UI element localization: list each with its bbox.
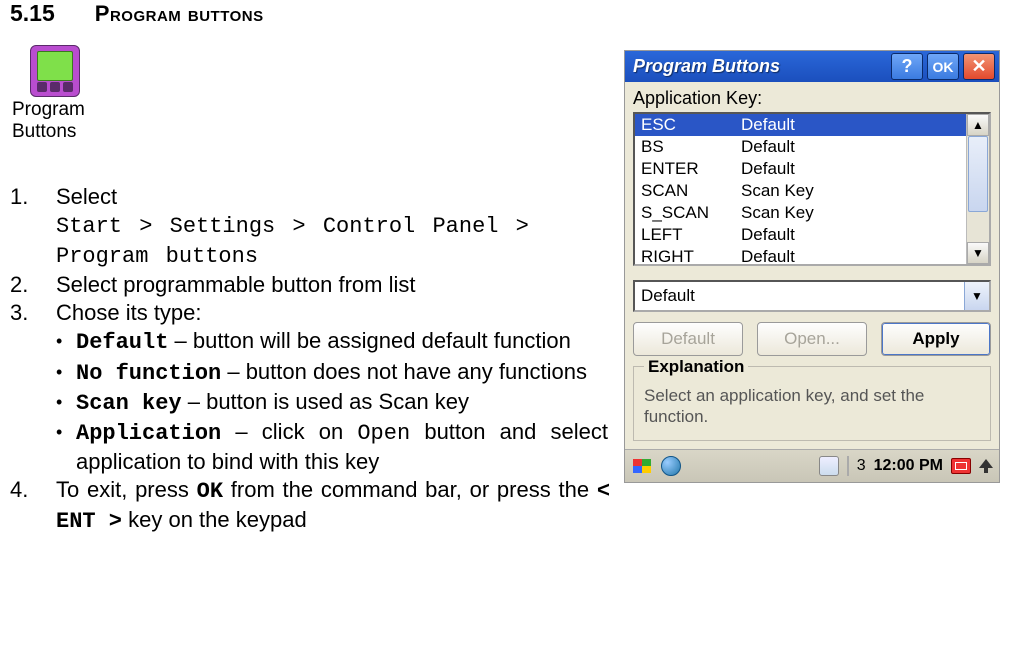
list-row[interactable]: ESCDefault (635, 114, 966, 136)
list-row[interactable]: LEFTDefault (635, 224, 966, 246)
list-row[interactable]: BSDefault (635, 136, 966, 158)
list-row[interactable]: S_SCANScan Key (635, 202, 966, 224)
step-2-text: Select programmable button from list (56, 271, 610, 299)
type-combobox[interactable]: Default ▼ (633, 280, 991, 312)
bullet-icon: • (56, 358, 70, 388)
step-1-lead: Select (56, 184, 117, 209)
step-2-number: 2. (10, 271, 42, 299)
desc-app-a: – click on (221, 419, 357, 444)
program-buttons-window: Program Buttons ? OK ✕ Application Key: … (624, 50, 1000, 483)
close-button[interactable]: ✕ (963, 53, 995, 80)
group-title: Explanation (644, 356, 748, 377)
term-open: Open (357, 421, 410, 446)
list-key: S_SCAN (641, 203, 741, 223)
desc-nofunc: – button does not have any functions (221, 359, 587, 384)
network-icon[interactable] (951, 458, 971, 474)
explanation-text: Select an application key, and set the f… (644, 385, 980, 428)
application-key-label: Application Key: (633, 88, 991, 109)
section-title: Program buttons (95, 1, 264, 27)
list-key: BS (641, 137, 741, 157)
list-value: Default (741, 159, 960, 179)
scroll-down-button[interactable]: ▼ (967, 242, 989, 264)
desc-default: – button will be assigned default functi… (168, 328, 570, 353)
list-value: Default (741, 247, 960, 264)
open-button[interactable]: Open... (757, 322, 867, 356)
pda-icon (30, 45, 80, 97)
application-key-listbox[interactable]: ESCDefaultBSDefaultENTERDefaultSCANScan … (633, 112, 991, 266)
apply-button[interactable]: Apply (881, 322, 991, 356)
step-1-number: 1. (10, 183, 42, 271)
desc-scankey: – button is used as Scan key (182, 389, 469, 414)
program-buttons-icon-block: Program Buttons (10, 45, 100, 143)
list-value: Default (741, 225, 960, 245)
step-3-text: Chose its type: (56, 299, 610, 327)
term-application: Application (76, 421, 221, 446)
taskbar[interactable]: 3 12:00 PM (625, 449, 999, 482)
list-row[interactable]: SCANScan Key (635, 180, 966, 202)
scroll-up-button[interactable]: ▲ (967, 114, 989, 136)
list-value: Default (741, 137, 960, 157)
up-arrow-icon[interactable] (979, 459, 993, 473)
term-ok: OK (197, 479, 223, 504)
list-key: ENTER (641, 159, 741, 179)
list-value: Scan Key (741, 203, 960, 223)
list-key: LEFT (641, 225, 741, 245)
help-button[interactable]: ? (891, 53, 923, 80)
window-title: Program Buttons (633, 56, 887, 77)
chevron-down-icon[interactable]: ▼ (964, 282, 989, 310)
term-scankey: Scan key (76, 391, 182, 416)
list-value: Default (741, 115, 960, 135)
step-1-path: Start > Settings > Control Panel > Progr… (56, 214, 529, 269)
section-number: 5.15 (10, 0, 55, 27)
list-key: SCAN (641, 181, 741, 201)
start-icon[interactable] (631, 455, 653, 477)
list-value: Scan Key (741, 181, 960, 201)
list-row[interactable]: ENTERDefault (635, 158, 966, 180)
list-row[interactable]: RIGHTDefault (635, 246, 966, 264)
combobox-value: Default (635, 286, 964, 306)
titlebar[interactable]: Program Buttons ? OK ✕ (625, 51, 999, 82)
clock[interactable]: 12:00 PM (874, 457, 943, 475)
bullet-icon: • (56, 418, 70, 476)
list-key: ESC (641, 115, 741, 135)
bullet-icon: • (56, 327, 70, 357)
default-button[interactable]: Default (633, 322, 743, 356)
list-key: RIGHT (641, 247, 741, 264)
step-4-c: key on the keypad (122, 507, 307, 532)
tray-icon[interactable] (819, 456, 839, 476)
tray-number: 3 (857, 457, 866, 475)
step-4-b: from the command bar, or press the (223, 477, 597, 502)
ok-button[interactable]: OK (927, 53, 959, 80)
term-nofunc: No function (76, 361, 221, 386)
icon-caption-line1: Program (12, 99, 100, 121)
step-4-number: 4. (10, 476, 42, 536)
icon-caption-line2: Buttons (12, 121, 100, 143)
scrollbar[interactable]: ▲ ▼ (966, 114, 989, 264)
scroll-thumb[interactable] (968, 136, 988, 212)
bullet-icon: • (56, 388, 70, 418)
globe-icon[interactable] (661, 456, 681, 476)
step-3-number: 3. (10, 299, 42, 476)
step-4-a: To exit, press (56, 477, 197, 502)
explanation-group: Explanation Select an application key, a… (633, 366, 991, 441)
term-default: Default (76, 330, 168, 355)
